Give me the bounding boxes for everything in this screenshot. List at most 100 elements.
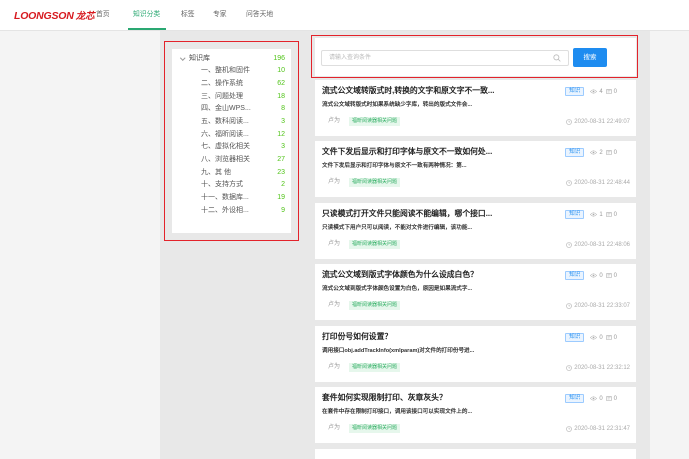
clock-icon <box>566 302 573 309</box>
type-badge: 知识 <box>565 210 585 219</box>
nav-experts[interactable]: 专家 <box>213 10 227 20</box>
article-author: 卢为 <box>328 118 341 124</box>
comment-count-value: 0 <box>613 149 617 156</box>
article-stats: 知识 2 0 <box>565 148 617 157</box>
tree-item[interactable]: 十二、外设相... 9 <box>172 205 291 218</box>
article-card: 流式公文域转版式时,转换的文字和原文字不一致... 知识 4 0 流式公文域转版… <box>315 80 636 136</box>
tree-item[interactable]: 十、支持方式 2 <box>172 179 291 192</box>
nav-knowledge-category[interactable]: 知识分类 <box>133 10 160 20</box>
view-count-value: 0 <box>599 334 603 341</box>
article-card: 文件下发后显示和打印字体与原文不一致如何处... 知识 2 0 文件下发后显示和… <box>315 141 636 197</box>
tree-item-label: 六、福昕阅读... <box>201 130 249 138</box>
tree-item[interactable]: 五、数科阅读... 3 <box>172 116 291 129</box>
search-input[interactable] <box>322 51 550 65</box>
tree-item[interactable]: 八、浏览器相关 27 <box>172 154 291 167</box>
view-count: 1 <box>590 212 603 218</box>
clock-icon <box>566 241 573 248</box>
tree-item[interactable]: 四、金山WPS... 8 <box>172 103 291 116</box>
comment-count: 0 <box>605 211 617 218</box>
nav-home[interactable]: 首页 <box>96 10 110 20</box>
eye-icon <box>590 89 598 94</box>
article-title[interactable]: 流式公文域转版式时,转换的文字和原文字不一致... <box>322 85 494 97</box>
tree-item-label: 三、问题处理 <box>201 92 243 100</box>
top-header: LOONGSON 龙芯 首页 知识分类 标签 专家 问答天地 <box>0 0 689 31</box>
comment-count-value: 0 <box>613 272 617 279</box>
tree-item-count: 18 <box>277 92 285 100</box>
article-stats: 知识 4 0 <box>565 87 617 96</box>
search-icon[interactable] <box>553 54 561 62</box>
tree-item[interactable]: 六、福昕阅读... 12 <box>172 129 291 142</box>
article-tag[interactable]: 福昕阅读器相关问题 <box>349 363 401 372</box>
article-stats: 知识 1 0 <box>565 210 617 219</box>
eye-icon <box>590 396 598 401</box>
tree-item-label: 二、操作系统 <box>201 79 243 87</box>
comment-count-value: 0 <box>613 395 617 402</box>
tree-root-knowledge-base[interactable]: 知识库 196 <box>172 53 291 66</box>
category-tree: 知识库 196 一、整机和固件 10 二、操作系统 62 三、问题处理 18 四、金山… <box>172 53 291 218</box>
tree-item-label: 八、浏览器相关 <box>201 156 250 164</box>
logo-text: LOONGSON <box>14 10 74 22</box>
article-summary: 在套件中存在限制打印接口，调用该接口可以实现文件上的... <box>322 409 473 415</box>
tree-item-count: 19 <box>277 194 285 202</box>
view-count: 2 <box>590 149 603 156</box>
article-date-value: 2020-08-31 22:31:47 <box>574 425 630 432</box>
view-count-value: 2 <box>599 149 603 156</box>
tree-item[interactable]: 七、虚拟化相关 3 <box>172 141 291 154</box>
article-title[interactable]: 套件如何实现限制打印、灰章灰头？ <box>322 392 447 404</box>
article-tag[interactable]: 福昕阅读器相关问题 <box>349 117 401 126</box>
article-date: 2020-08-31 22:31:47 <box>566 424 630 433</box>
article-author: 卢为 <box>328 425 341 431</box>
article-summary: 调用接口obj.addTrackInfo(xmlparam)对文件的打印份号进.… <box>322 348 475 354</box>
comment-icon <box>605 149 612 155</box>
article-date-value: 2020-08-31 22:49:07 <box>574 118 630 125</box>
article-date: 2020-08-31 22:32:12 <box>566 363 630 372</box>
article-date-value: 2020-08-31 22:48:06 <box>574 241 630 248</box>
search-button[interactable]: 搜索 <box>573 48 607 67</box>
tree-item-count: 27 <box>277 156 285 164</box>
clock-icon <box>566 118 573 125</box>
article-tag[interactable]: 福昕阅读器相关问题 <box>349 178 401 187</box>
article-title[interactable]: 只读模式打开文件只能阅读不能编辑，哪个接口... <box>322 208 492 220</box>
article-tag[interactable]: 福昕阅读器相关问题 <box>349 424 401 433</box>
nav-qa[interactable]: 问答天地 <box>246 10 273 20</box>
comment-icon <box>605 211 612 217</box>
nav-active-indicator <box>128 28 166 30</box>
comment-count-value: 0 <box>613 88 617 95</box>
eye-icon <box>590 150 598 155</box>
article-tag[interactable]: 福昕阅读器相关问题 <box>349 301 401 310</box>
article-author: 卢为 <box>328 302 341 308</box>
eye-icon <box>590 273 598 278</box>
article-author: 卢为 <box>328 179 341 185</box>
comment-count: 0 <box>605 149 617 156</box>
article-date: 2020-08-31 22:33:07 <box>566 301 630 310</box>
search-field[interactable] <box>321 50 569 66</box>
article-title[interactable]: 流式公文域到版式字体颜色为什么设成白色？ <box>322 269 478 281</box>
nav-tags[interactable]: 标签 <box>181 10 195 20</box>
tree-item[interactable]: 二、操作系统 62 <box>172 78 291 91</box>
tree-item[interactable]: 十一、数据库... 19 <box>172 192 291 205</box>
comment-icon <box>605 334 612 340</box>
loongson-logo[interactable]: LOONGSON 龙芯 <box>14 8 95 22</box>
comment-icon <box>605 272 612 278</box>
clock-icon <box>566 364 573 371</box>
comment-count-value: 0 <box>613 211 617 218</box>
tree-item[interactable]: 九、其 他 23 <box>172 167 291 180</box>
article-title[interactable]: 文件下发后显示和打印字体与原文不一致如何处... <box>322 146 492 158</box>
article-author: 卢为 <box>328 364 341 370</box>
article-title[interactable]: 打印份号如何设置？ <box>322 331 392 343</box>
eye-icon <box>590 212 598 217</box>
tree-item[interactable]: 一、整机和固件 10 <box>172 65 291 78</box>
tree-root-count: 196 <box>273 54 285 62</box>
clock-icon <box>566 425 573 432</box>
tree-item[interactable]: 三、问题处理 18 <box>172 91 291 104</box>
article-date: 2020-08-31 22:49:07 <box>566 117 630 126</box>
view-count: 0 <box>590 396 603 402</box>
article-summary: 文件下发后显示和打印字体与原文不一致有两种情况：第... <box>322 163 467 169</box>
article-date-value: 2020-08-31 22:48:44 <box>574 179 630 186</box>
article-tag[interactable]: 福昕阅读器相关问题 <box>349 240 401 249</box>
tree-item-count: 12 <box>277 130 285 138</box>
comment-count: 0 <box>605 395 617 402</box>
type-badge: 知识 <box>565 394 585 403</box>
type-badge: 知识 <box>565 148 585 157</box>
caret-down-icon[interactable] <box>180 55 186 61</box>
